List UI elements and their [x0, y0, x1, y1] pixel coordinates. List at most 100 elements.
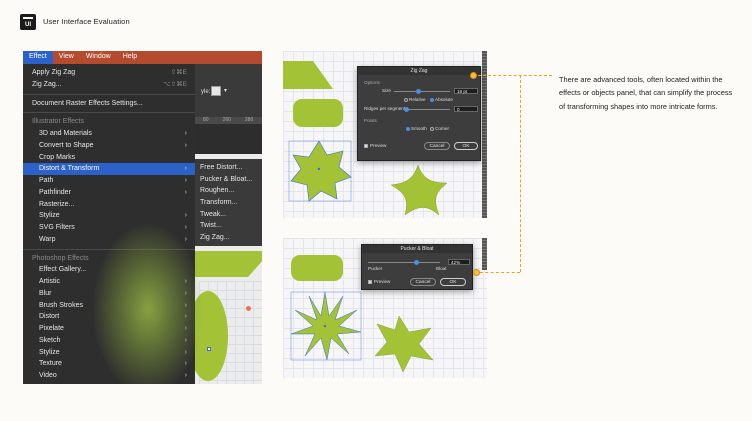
menu-item-stylize[interactable]: Stylize › — [23, 210, 195, 222]
pucker-bloat-dialog: Pucker & Bloat 42% Pucker Bloat Preview … — [361, 244, 473, 290]
menu-item-3d-materials[interactable]: 3D and Materials › — [23, 128, 195, 140]
zigzag-dialog: Zig Zag Options Size 19 pt Relative Abso… — [357, 66, 481, 161]
dialog-title: Pucker & Bloat — [362, 245, 472, 253]
size-slider[interactable] — [394, 89, 450, 94]
chevron-right-icon: › — [184, 313, 187, 321]
chevron-down-icon[interactable]: ▾ — [224, 87, 227, 94]
menu-divider — [23, 112, 195, 114]
effect-dropdown: Apply Zig Zag ⇧⌘E Zig Zag... ⌥⇧⌘E Document… — [23, 64, 203, 384]
chevron-right-icon: › — [184, 177, 187, 184]
menu-item-svg-filters[interactable]: SVG Filters › — [23, 222, 195, 234]
menu-item-sketch[interactable]: Sketch › — [23, 335, 195, 347]
menu-item-distort[interactable]: Distort › — [23, 311, 195, 323]
radio-icon — [406, 126, 410, 131]
relative-radio[interactable]: Relative — [404, 97, 426, 102]
ridges-label: Ridges per segment — [364, 106, 406, 111]
preview-checkbox[interactable]: Preview — [364, 143, 386, 148]
menu-item-pixelate[interactable]: Pixelate › — [23, 323, 195, 335]
menu-item-rasterize[interactable]: Rasterize... — [23, 199, 195, 211]
menu-window[interactable]: Window — [80, 51, 117, 64]
slider-knob[interactable] — [414, 260, 419, 265]
ok-button[interactable]: OK — [454, 142, 478, 150]
cancel-button[interactable]: Cancel — [424, 142, 450, 150]
chevron-right-icon: › — [184, 130, 187, 137]
slider-knob[interactable] — [416, 89, 421, 94]
menu-item-zig-zag[interactable]: Zig Zag... ⌥⇧⌘E — [23, 79, 195, 91]
callout-line-vertical — [520, 75, 521, 272]
absolute-radio[interactable]: Absolute — [430, 97, 453, 102]
submenu-item-tweak[interactable]: Tweak... — [195, 209, 262, 221]
chevron-right-icon: › — [184, 325, 187, 332]
menu-section-photoshop: Photoshop Effects — [32, 254, 89, 262]
menu-item-apply-zig-zag[interactable]: Apply Zig Zag ⇧⌘E — [23, 67, 195, 79]
green-shape[interactable] — [291, 255, 343, 281]
callout-dot-icon — [473, 269, 480, 276]
menu-effect[interactable]: Effect — [23, 51, 53, 64]
chevron-right-icon: › — [184, 165, 187, 173]
ok-button[interactable]: OK — [440, 278, 466, 286]
menu-item-artistic[interactable]: Artistic › — [23, 276, 195, 288]
size-label: Size — [382, 88, 391, 93]
pucker-bloat-screenshot: Pucker & Bloat 42% Pucker Bloat Preview … — [283, 238, 487, 378]
chevron-right-icon: › — [184, 224, 187, 231]
menu-item-pathfinder[interactable]: Pathfinder › — [23, 187, 195, 199]
ridges-slider[interactable] — [404, 107, 450, 112]
chevron-right-icon: › — [184, 235, 187, 243]
menu-item-distort-transform[interactable]: Distort & Transform › — [23, 163, 195, 175]
checkbox-icon — [368, 279, 372, 284]
menu-item-effect-gallery[interactable]: Effect Gallery... — [23, 264, 195, 276]
chevron-right-icon: › — [184, 289, 187, 297]
menu-item-warp[interactable]: Warp › — [23, 234, 195, 246]
pucker-value-field[interactable]: 42% — [448, 259, 470, 265]
menu-view[interactable]: View — [53, 51, 80, 64]
star-shape[interactable] — [383, 161, 453, 218]
scrollbar[interactable] — [482, 238, 487, 270]
smooth-radio[interactable]: Smooth — [406, 126, 427, 131]
slider-knob[interactable] — [404, 107, 409, 112]
callout-line — [478, 75, 552, 76]
menu-item-raster-settings[interactable]: Document Raster Effects Settings... — [23, 98, 195, 110]
artboard-edge — [195, 124, 262, 154]
ruler-mark: 80 — [203, 117, 209, 123]
menu-help[interactable]: Help — [117, 51, 143, 64]
pucker-bloat-slider[interactable] — [368, 260, 440, 265]
menu-item-crop-marks[interactable]: Crop Marks — [23, 152, 195, 164]
chevron-right-icon: › — [184, 372, 187, 379]
menu-item-texture[interactable]: Texture › — [23, 358, 195, 370]
submenu-item-zig-zag[interactable]: Zig Zag... — [195, 232, 262, 244]
menu-item-path[interactable]: Path › — [23, 175, 195, 187]
pucker-label: Pucker — [368, 266, 383, 271]
chevron-right-icon: › — [184, 141, 187, 149]
size-field[interactable]: 19 pt — [454, 88, 478, 94]
menu-item-blur[interactable]: Blur › — [23, 288, 195, 300]
menu-divider — [23, 248, 195, 250]
menu-item-brush-strokes[interactable]: Brush Strokes › — [23, 300, 195, 312]
preview-checkbox[interactable]: Preview — [368, 279, 390, 284]
pucker-star-selected[interactable] — [287, 288, 363, 362]
submenu-item-transform[interactable]: Transform... — [195, 197, 262, 209]
submenu-item-twist[interactable]: Twist... — [195, 220, 262, 232]
green-shape[interactable] — [293, 99, 343, 127]
chevron-right-icon: › — [184, 188, 187, 196]
corner-radio[interactable]: Corner — [430, 126, 449, 131]
selection-handle[interactable] — [207, 347, 211, 351]
menu-item-stylize-ps[interactable]: Stylize › — [23, 347, 195, 359]
style-label: yle: — [201, 89, 211, 95]
page-title: User Interface Evaluation — [43, 17, 130, 26]
dialog-title: Zig Zag — [358, 67, 480, 75]
submenu-item-free-distort[interactable]: Free Distort... — [195, 162, 262, 174]
cancel-button[interactable]: Cancel — [410, 278, 436, 286]
style-swatch[interactable] — [211, 86, 221, 96]
callout-dot-icon — [470, 72, 477, 79]
menu-item-video[interactable]: Video › — [23, 370, 195, 382]
scrollbar[interactable] — [482, 51, 487, 218]
green-shape[interactable] — [283, 61, 333, 89]
radio-icon — [430, 97, 434, 102]
pucker-shape[interactable] — [373, 314, 435, 372]
zigzag-star-selected[interactable] — [283, 135, 355, 205]
submenu-item-roughen[interactable]: Roughen... — [195, 185, 262, 197]
submenu-item-pucker-bloat[interactable]: Pucker & Bloat... — [195, 174, 262, 186]
menu-item-convert-to-shape[interactable]: Convert to Shape › — [23, 140, 195, 152]
ridges-field[interactable]: 0 — [454, 106, 478, 112]
radio-icon — [404, 97, 408, 102]
